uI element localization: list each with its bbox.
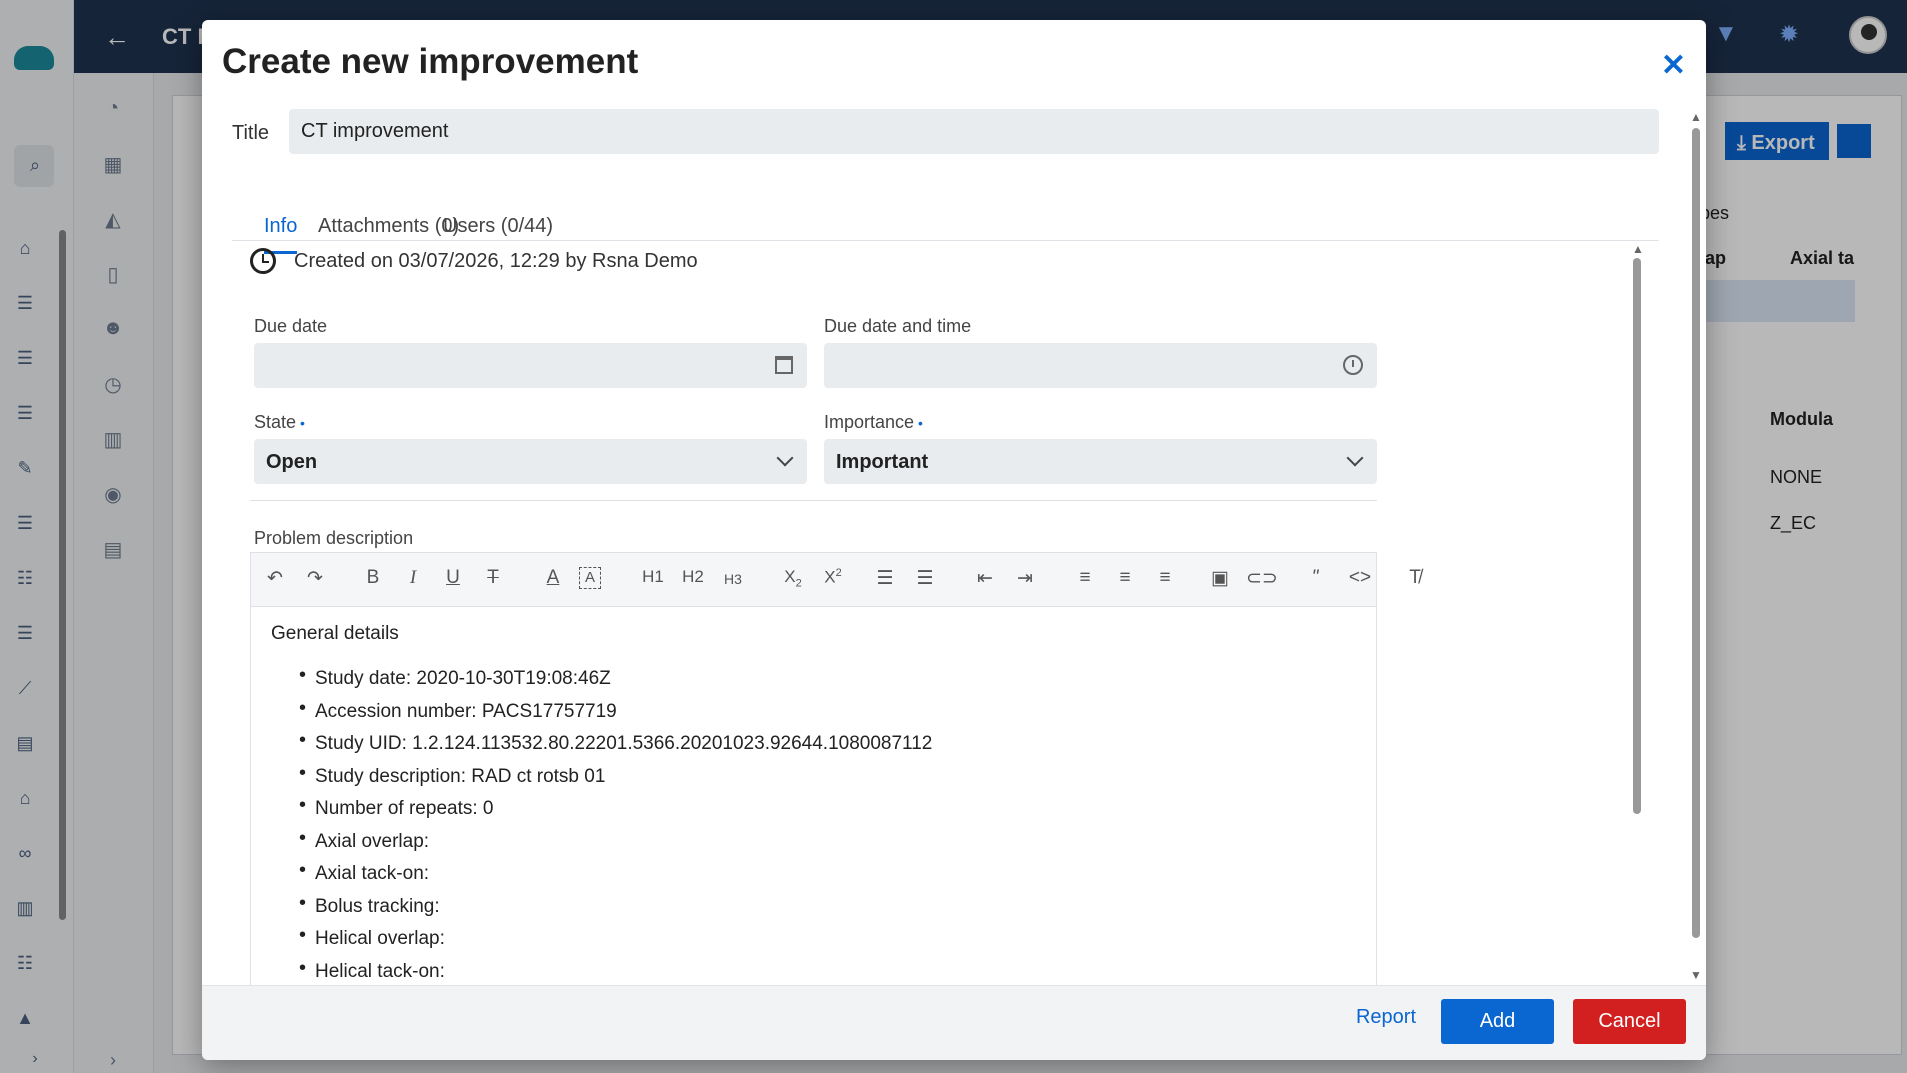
due-date-label: Due date — [254, 316, 328, 336]
due-datetime-field[interactable] — [824, 343, 1377, 388]
tab-users[interactable]: Users (0/44) — [443, 215, 553, 238]
details-list: Study date: 2020-10-30T19:08:46Z Accessi… — [299, 659, 1356, 989]
rich-text-editor[interactable]: ↶ ↷ B I U T A A H1 H2 H3 X2 X2 ☰ ☰ ⇤ ⇥ ≡… — [250, 552, 1421, 1004]
panel-scrollbar[interactable]: ▲ — [1632, 242, 1644, 1004]
due-datetime-label: Due date and time — [824, 316, 972, 336]
undo-icon[interactable]: ↶ — [261, 567, 289, 590]
divider — [250, 500, 1377, 501]
scrollbar-thumb[interactable] — [1692, 128, 1700, 938]
superscript-button[interactable]: X2 — [819, 567, 847, 588]
list-item: Helical tack-on: — [299, 952, 1356, 989]
state-label: State • — [254, 412, 305, 432]
title-label: Title — [232, 122, 270, 144]
list-item: Axial overlap: — [299, 822, 1356, 859]
chevron-down-icon — [776, 449, 794, 467]
list-item: Bolus tracking: — [299, 887, 1356, 924]
outdent-icon[interactable]: ⇤ — [971, 567, 999, 590]
create-improvement-dialog: Create new improvement ✕ Title Info Atta… — [202, 20, 1706, 1060]
state-select[interactable]: Open — [254, 439, 807, 484]
underline-button[interactable]: U — [439, 567, 467, 589]
dialog-title: Create new improvement — [222, 42, 639, 81]
calendar-icon[interactable] — [775, 356, 793, 374]
align-left-icon[interactable]: ≡ — [1071, 567, 1099, 589]
redo-icon[interactable]: ↷ — [301, 567, 329, 590]
problem-description-label: Problem description — [254, 528, 414, 548]
cancel-button[interactable]: Cancel — [1573, 999, 1686, 1044]
unordered-list-icon[interactable]: ☰ — [911, 567, 939, 590]
highlight-button[interactable]: A — [579, 567, 601, 589]
report-button[interactable]: Report — [1356, 1006, 1416, 1029]
created-text: Created on 03/07/2026, 12:29 by Rsna Dem… — [294, 249, 698, 272]
title-input[interactable] — [289, 109, 1659, 154]
list-item: Study date: 2020-10-30T19:08:46Z — [299, 659, 1356, 696]
indent-icon[interactable]: ⇥ — [1011, 567, 1039, 590]
scroll-up-icon[interactable]: ▲ — [1690, 110, 1702, 124]
list-item: Study description: RAD ct rotsb 01 — [299, 757, 1356, 794]
list-item: Axial tack-on: — [299, 854, 1356, 891]
dialog-scrollbar[interactable]: ▲ ▼ — [1690, 110, 1702, 982]
scroll-up-icon[interactable]: ▲ — [1632, 242, 1644, 256]
quote-icon[interactable]: " — [1301, 567, 1329, 589]
image-icon[interactable]: ▣ — [1206, 567, 1234, 590]
heading-2-button[interactable]: H2 — [679, 567, 707, 587]
scroll-down-icon[interactable]: ▼ — [1690, 968, 1702, 982]
scrollbar-thumb[interactable] — [1633, 258, 1641, 814]
editor-toolbar: ↶ ↷ B I U T A A H1 H2 H3 X2 X2 ☰ ☰ ⇤ ⇥ ≡… — [251, 553, 1421, 607]
add-button[interactable]: Add — [1441, 999, 1554, 1044]
text-color-button[interactable]: A — [539, 567, 567, 589]
clock-icon[interactable] — [1343, 355, 1363, 375]
clock-icon — [250, 248, 276, 274]
tab-info[interactable]: Info — [264, 215, 298, 254]
chevron-down-icon — [1346, 449, 1364, 467]
importance-select[interactable]: Important — [824, 439, 1377, 484]
code-icon[interactable]: <> — [1346, 567, 1374, 589]
importance-value: Important — [836, 451, 929, 473]
list-item: Accession number: PACS17757719 — [299, 692, 1356, 729]
italic-button[interactable]: I — [399, 567, 427, 589]
clear-format-icon[interactable]: T̸ — [1401, 567, 1429, 589]
link-icon[interactable]: ⊂⊃ — [1246, 567, 1278, 590]
required-marker: • — [300, 415, 305, 431]
list-item: Study UID: 1.2.124.113532.80.22201.5366.… — [299, 724, 1356, 761]
tab-attachments[interactable]: Attachments (0) — [318, 215, 459, 238]
due-date-field[interactable] — [254, 343, 807, 388]
align-center-icon[interactable]: ≡ — [1111, 567, 1139, 589]
editor-heading: General details — [271, 623, 399, 644]
required-marker: • — [918, 415, 923, 431]
created-info: Created on 03/07/2026, 12:29 by Rsna Dem… — [250, 242, 698, 280]
list-item: Helical overlap: — [299, 919, 1356, 956]
list-item: Number of repeats: 0 — [299, 789, 1356, 826]
heading-3-button[interactable]: H3 — [719, 571, 747, 587]
subscript-button[interactable]: X2 — [779, 567, 807, 589]
ordered-list-icon[interactable]: ☰ — [871, 567, 899, 590]
tab-bar: Info Attachments (0) Users (0/44) — [232, 195, 1659, 254]
editor-content[interactable]: General details Study date: 2020-10-30T1… — [251, 607, 1376, 1004]
close-icon[interactable]: ✕ — [1661, 48, 1686, 83]
bold-button[interactable]: B — [359, 567, 387, 589]
strikethrough-button[interactable]: T — [479, 567, 507, 589]
heading-1-button[interactable]: H1 — [639, 567, 667, 587]
dialog-footer: Report Add Cancel — [202, 985, 1706, 1060]
state-value: Open — [266, 451, 318, 473]
info-panel: ▲ Created on 03/07/2026, 12:29 by Rsna D… — [232, 242, 1662, 1004]
importance-label: Importance • — [824, 412, 923, 432]
align-right-icon[interactable]: ≡ — [1151, 567, 1179, 589]
